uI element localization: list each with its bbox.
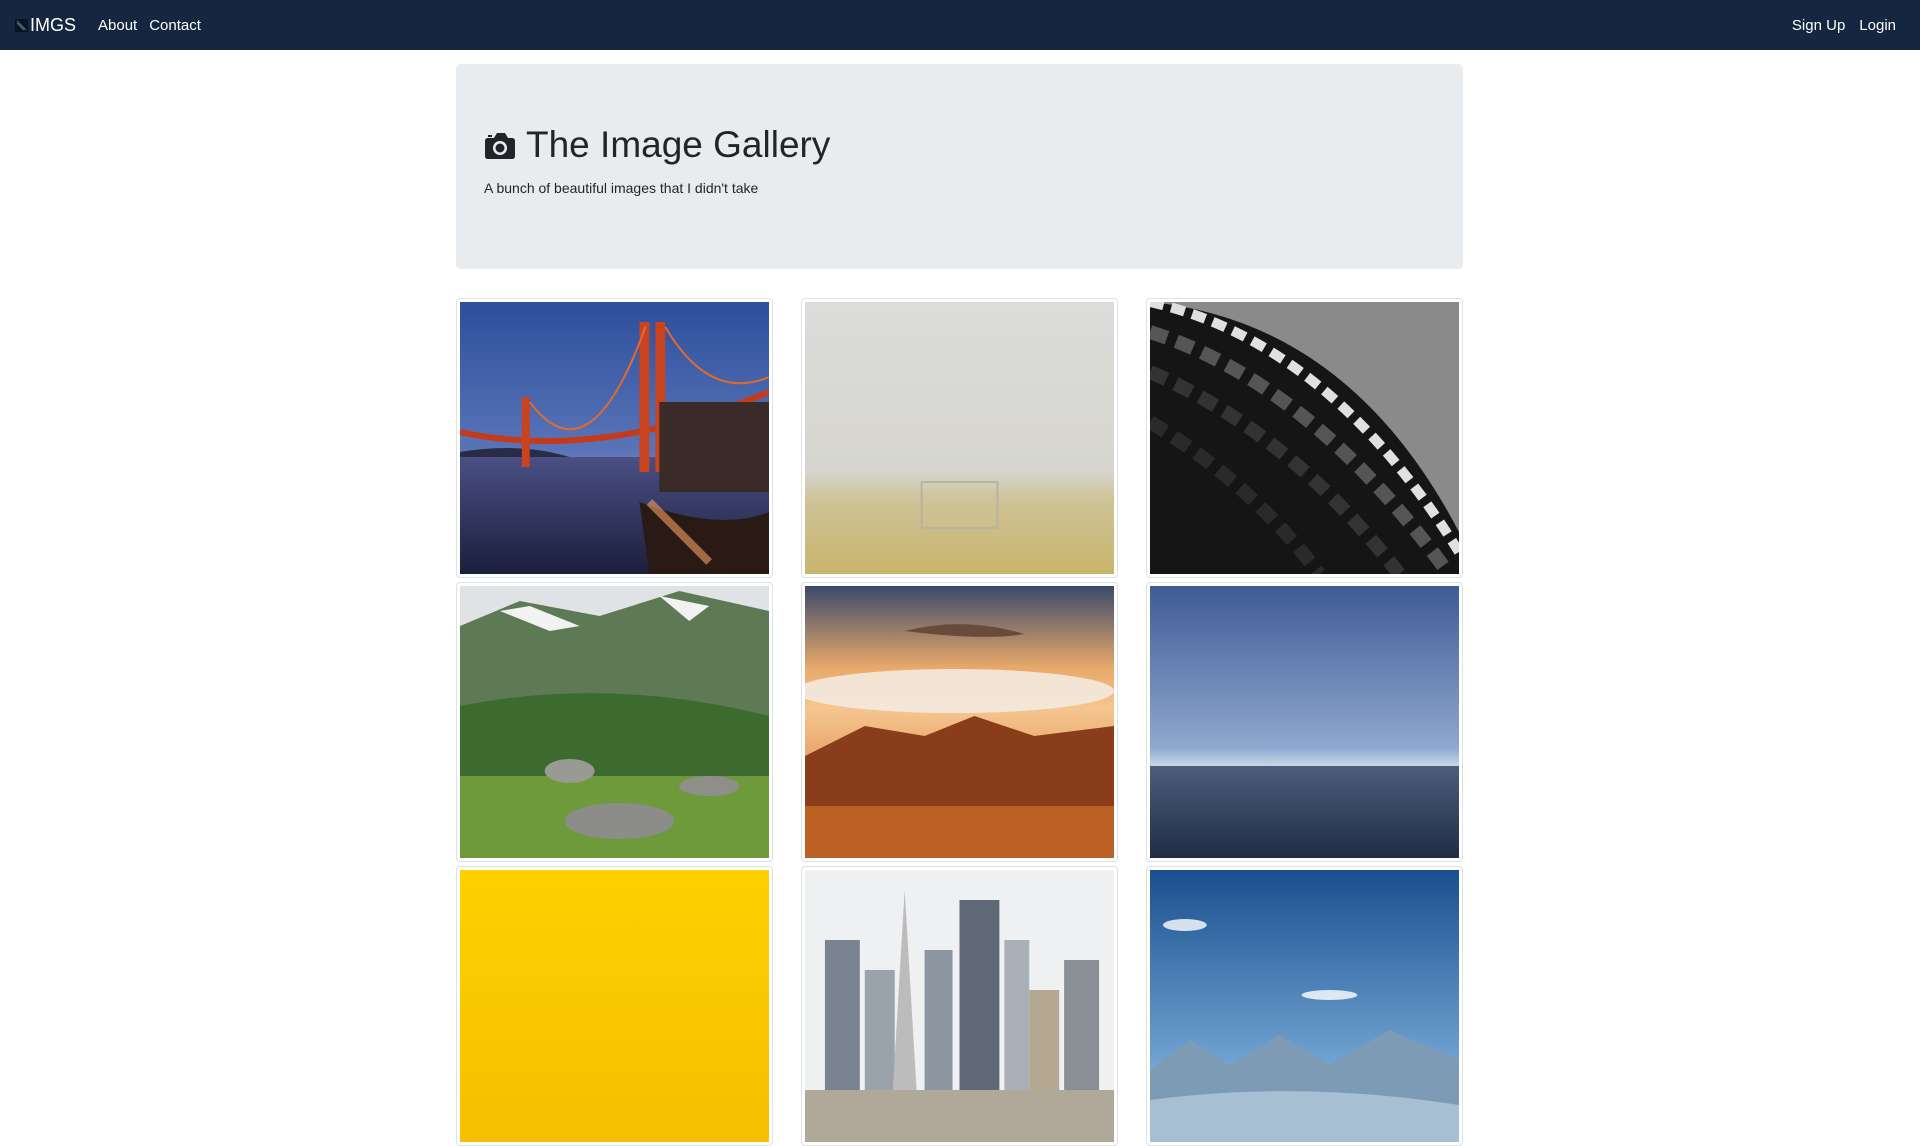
brand-link[interactable]: IMGS	[15, 15, 76, 36]
top-navbar: IMGS About Contact Sign Up Login	[0, 0, 1920, 50]
image-gallery	[456, 298, 1463, 1146]
golden-gate-bridge-image	[460, 302, 769, 574]
gallery-thumbnail[interactable]	[1146, 298, 1463, 578]
gallery-thumbnail[interactable]	[801, 582, 1118, 862]
page-title: The Image Gallery	[526, 124, 831, 165]
gallery-thumbnail[interactable]	[456, 298, 773, 578]
abstract-architecture-image	[1150, 302, 1459, 574]
nav-link-contact[interactable]: Contact	[149, 17, 201, 34]
jumbotron: The Image Gallery A bunch of beautiful i…	[456, 64, 1463, 269]
gallery-thumbnail[interactable]	[801, 298, 1118, 578]
page-subtitle: A bunch of beautiful images that I didn'…	[484, 180, 759, 196]
green-mountain-valley-image	[460, 586, 769, 858]
gallery-thumbnail[interactable]	[456, 582, 773, 862]
gallery-thumbnail[interactable]	[1146, 866, 1463, 1146]
nav-left: IMGS About Contact	[15, 15, 213, 36]
calm-sea-horizon-image	[1150, 586, 1459, 858]
nav-link-login[interactable]: Login	[1859, 17, 1896, 34]
blue-sky-mountains-image	[1150, 870, 1459, 1142]
nav-link-about[interactable]: About	[98, 17, 137, 34]
nav-link-sign-up[interactable]: Sign Up	[1792, 17, 1845, 34]
gallery-thumbnail[interactable]	[1146, 582, 1463, 862]
gallery-thumbnail[interactable]	[456, 866, 773, 1146]
brand-text: IMGS	[30, 14, 77, 35]
title-row: The Image Gallery	[484, 124, 1435, 166]
gallery-thumbnail[interactable]	[801, 866, 1118, 1146]
brand-logo-icon	[15, 18, 28, 32]
foggy-field-goal-image	[805, 302, 1114, 574]
yellow-texture-image	[460, 870, 769, 1142]
nav-right: Sign Up Login	[1778, 17, 1896, 34]
camera-icon	[485, 133, 515, 159]
city-skyline-image	[805, 870, 1114, 1142]
sunset-mountains-clouds-image	[805, 586, 1114, 858]
